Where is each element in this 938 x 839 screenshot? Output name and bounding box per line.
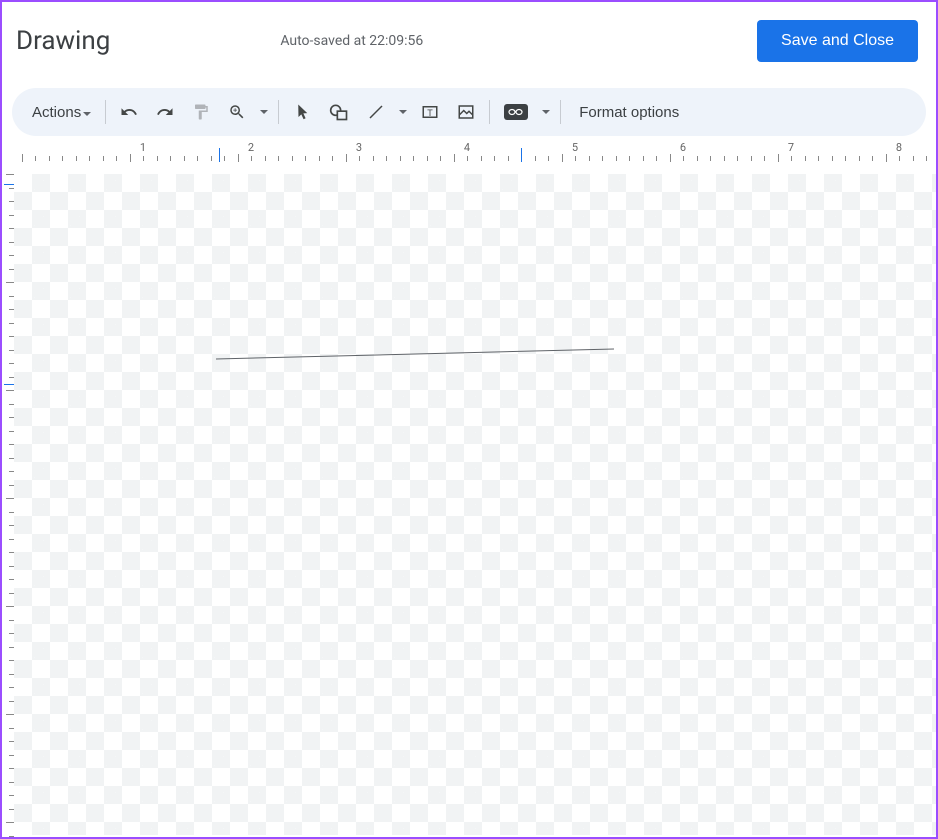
drawn-line-shape[interactable] [14, 174, 936, 835]
dropdown-arrow-icon [83, 104, 91, 121]
actions-label: Actions [32, 104, 81, 121]
select-tool-button[interactable] [285, 96, 319, 128]
header: Drawing Auto-saved at 22:09:56 Save and … [2, 2, 936, 80]
ruler-marker[interactable] [219, 148, 220, 162]
paint-format-button[interactable] [184, 96, 218, 128]
shapes-icon [329, 103, 349, 121]
cursor-icon [293, 103, 311, 121]
separator [278, 100, 279, 124]
undo-icon [120, 103, 138, 121]
text-box-icon: T [421, 103, 439, 121]
undo-button[interactable] [112, 96, 146, 128]
ruler-number: 8 [896, 141, 902, 154]
image-icon [457, 103, 475, 121]
ruler-number: 4 [464, 141, 470, 154]
ruler-horizontal[interactable]: 1 2 3 4 5 6 7 8 [12, 144, 936, 162]
line-icon [367, 103, 385, 121]
drawing-canvas[interactable] [14, 174, 936, 835]
actions-menu-button[interactable]: Actions [24, 98, 99, 127]
ruler-number: 5 [572, 141, 578, 154]
canvas-container [14, 174, 936, 835]
ruler-number: 7 [788, 141, 794, 154]
word-art-button[interactable] [496, 96, 536, 128]
separator [489, 100, 490, 124]
shape-tool-button[interactable] [321, 96, 357, 128]
toolbar: Actions T [12, 88, 926, 136]
line-tool-button[interactable] [359, 96, 393, 128]
separator [560, 100, 561, 124]
line-dropdown[interactable] [395, 110, 411, 115]
format-options-button[interactable]: Format options [567, 98, 691, 127]
dialog-title: Drawing [16, 26, 110, 56]
ruler-horizontal-area: 1 2 3 4 5 6 7 8 [2, 144, 936, 166]
dropdown-arrow-icon [399, 110, 407, 115]
paint-roller-icon [192, 103, 210, 121]
ruler-number: 3 [356, 141, 362, 154]
redo-button[interactable] [148, 96, 182, 128]
dropdown-arrow-icon [542, 110, 550, 115]
svg-text:T: T [427, 108, 433, 118]
image-button[interactable] [449, 96, 483, 128]
dropdown-arrow-icon [260, 110, 268, 115]
ruler-marker[interactable] [521, 148, 522, 162]
save-and-close-button[interactable]: Save and Close [757, 20, 918, 62]
ruler-number: 2 [248, 141, 254, 154]
zoom-dropdown[interactable] [256, 110, 272, 115]
separator [105, 100, 106, 124]
word-art-dropdown[interactable] [538, 110, 554, 115]
zoom-icon [228, 103, 246, 121]
redo-icon [156, 103, 174, 121]
ruler-number: 1 [140, 141, 146, 154]
text-box-button[interactable]: T [413, 96, 447, 128]
word-art-icon [504, 104, 528, 120]
zoom-button[interactable] [220, 96, 254, 128]
autosave-status: Auto-saved at 22:09:56 [280, 33, 423, 49]
ruler-number: 6 [680, 141, 686, 154]
